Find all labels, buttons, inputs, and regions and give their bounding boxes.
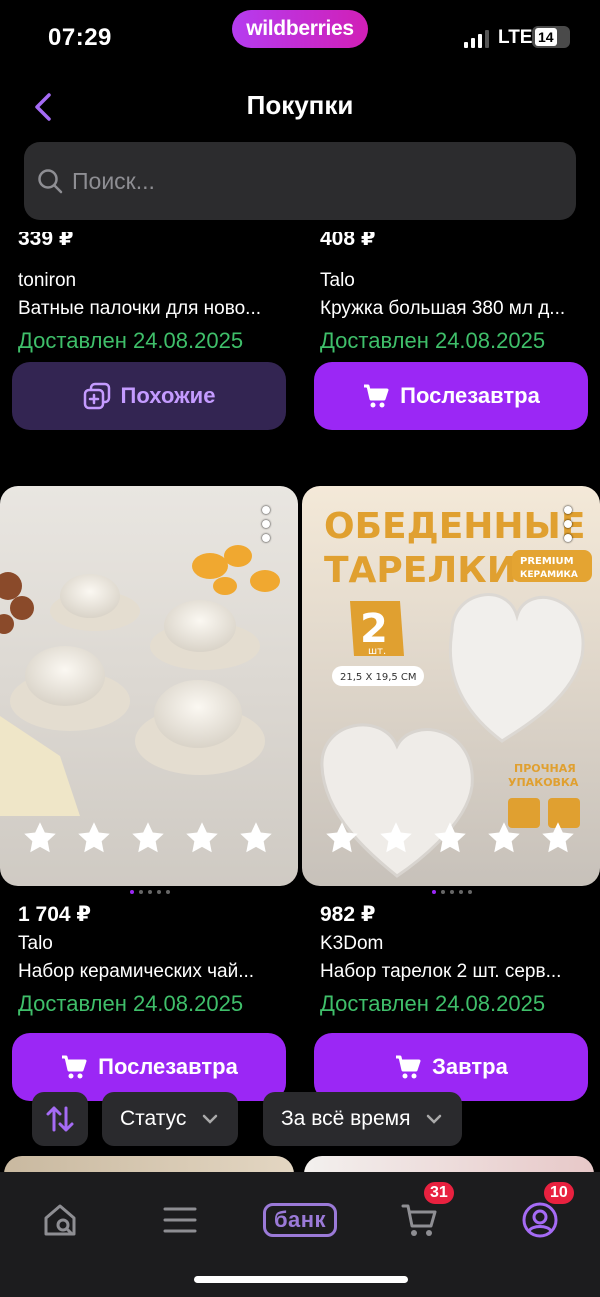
similar-button-label: Похожие [120,383,216,408]
sort-icon [46,1106,74,1132]
star-icon[interactable] [22,820,58,856]
cart-badge: 31 [422,1180,456,1206]
battery-icon: 14 [532,26,570,48]
star-icon[interactable] [184,820,220,856]
rating-stars[interactable] [22,820,274,856]
search-bar[interactable] [24,142,576,220]
more-options-button[interactable] [262,506,270,542]
star-icon[interactable] [540,820,576,856]
nav-cart[interactable]: 31 [390,1180,456,1250]
nav-bank[interactable]: банк [255,1190,345,1250]
delivery-date-label: Послезавтра [400,383,540,408]
cart-icon [401,1204,437,1236]
delivery-status: Доставлен 24.08.2025 [18,328,244,353]
cart-icon [364,384,389,408]
product-image-tea-set[interactable] [0,486,298,886]
page-title: Покупки [246,90,354,120]
status-time: 07:29 [48,24,112,51]
signal-icon [464,30,489,48]
nav-catalog[interactable] [150,1190,210,1250]
chevron-down-icon [427,1114,442,1124]
image-pager [432,890,472,894]
nav-home[interactable] [30,1190,90,1250]
product-brand: Talo [18,933,53,954]
product-info[interactable]: 1 704 ₽ Talo Набор керамических чай... Д… [18,902,290,1017]
brand-logo[interactable]: wildberries [232,10,368,48]
product-name: Набор керамических чай... [18,961,255,982]
home-search-icon [44,1204,76,1236]
star-icon[interactable] [76,820,112,856]
product-info[interactable]: Talo Кружка большая 380 мл д... Доставле… [320,264,592,354]
product-info[interactable]: toniron Ватные палочки для ново... Доста… [18,264,290,354]
similar-icon [83,382,110,410]
product-image-heart-plates[interactable]: ОБЕДЕННЫЕ ТАРЕЛКИ PREMIUM КЕРАМИКА 2 шт.… [302,486,600,886]
product-brand: K3Dom [320,933,384,954]
product-price: 1 704 ₽ [18,903,91,926]
delivery-date-button[interactable]: Послезавтра [12,1033,286,1101]
profile-badge: 10 [542,1180,576,1206]
period-filter-label: За всё время [281,1107,411,1130]
packing-sub-label: УПАКОВКА [508,776,579,789]
product-name: Ватные палочки для ново... [18,298,262,319]
delivery-date-button[interactable]: Завтра [314,1033,588,1101]
menu-icon [163,1207,197,1233]
star-icon[interactable] [324,820,360,856]
search-input[interactable] [72,167,542,195]
product-brand: Talo [320,270,355,291]
delivery-date-label: Завтра [432,1054,508,1079]
product-price: 408 ₽ [320,232,376,250]
cart-icon [396,1055,421,1079]
home-indicator [194,1276,408,1283]
packing-label: ПРОЧНАЯ [514,762,576,775]
delivery-date-button[interactable]: Послезавтра [314,362,588,430]
delivery-date-label: Послезавтра [98,1054,238,1079]
plates-count-unit: шт. [368,646,386,657]
product-price: 339 ₽ [18,232,74,250]
bank-label: банк [262,1203,338,1237]
premium-sub-label: КЕРАМИКА [520,570,578,580]
star-icon[interactable] [486,820,522,856]
chevron-down-icon [203,1114,218,1124]
nav-profile[interactable]: 10 [510,1180,576,1250]
product-info[interactable]: 982 ₽ K3Dom Набор тарелок 2 шт. серв... … [320,902,592,1017]
status-filter[interactable]: Статус [102,1092,239,1146]
product-name: Кружка большая 380 мл д... [320,298,566,319]
delivery-status: Доставлен 24.08.2025 [320,328,546,353]
star-icon[interactable] [378,820,414,856]
premium-label: PREMIUM [520,556,574,567]
product-name: Набор тарелок 2 шт. серв... [320,961,562,982]
image-pager [130,890,170,894]
plates-size: 21,5 X 19,5 СМ [340,672,417,683]
product-price: 982 ₽ [320,903,376,926]
star-icon[interactable] [130,820,166,856]
delivery-status: Доставлен 24.08.2025 [18,991,244,1016]
rating-stars[interactable] [324,820,576,856]
plates-headline-2: ТАРЕЛКИ [324,550,517,591]
period-filter[interactable]: За всё время [263,1092,463,1146]
star-icon[interactable] [238,820,274,856]
search-icon [38,169,63,194]
more-options-button[interactable] [564,506,572,542]
cart-icon [62,1055,87,1079]
battery-level: 14 [535,28,557,46]
delivery-status: Доставлен 24.08.2025 [320,991,546,1016]
product-brand: toniron [18,270,77,291]
status-filter-label: Статус [120,1107,187,1130]
profile-icon [522,1202,558,1238]
sort-button[interactable] [32,1092,88,1146]
plates-headline: ОБЕДЕННЫЕ [324,506,585,547]
star-icon[interactable] [432,820,468,856]
similar-button[interactable]: Похожие [12,362,286,430]
network-type: LTE [498,27,533,48]
